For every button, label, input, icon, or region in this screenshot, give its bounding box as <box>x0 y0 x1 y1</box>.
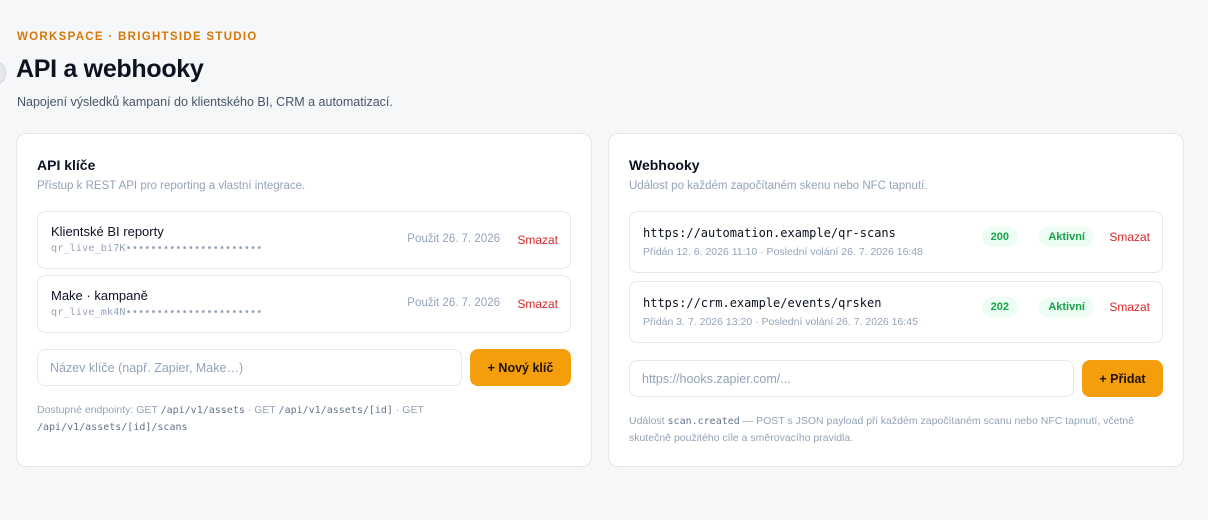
endpoints-note: Dostupné endpointy: GET /api/v1/assets ·… <box>37 402 537 436</box>
webhook-url-input[interactable] <box>629 360 1074 397</box>
endpoint-separator: · <box>395 404 400 416</box>
api-key-row: Klientské BI reporty qr_live_bi7K•••••••… <box>37 211 571 269</box>
api-key-name: Klientské BI reporty <box>51 224 164 239</box>
edge-handle <box>0 62 6 84</box>
endpoints-label: Dostupné endpointy: <box>37 404 134 416</box>
webhook-event-note: Událost scan.created — POST s JSON paylo… <box>629 413 1149 447</box>
webhook-url: https://automation.example/qr-scans <box>643 226 896 240</box>
api-keys-description: Přístup k REST API pro reporting a vlast… <box>37 180 306 192</box>
status-badge: Aktivní <box>1039 297 1094 317</box>
webhooks-card: Webhooky Událost po každém započítaném s… <box>608 133 1184 467</box>
event-name: scan.created <box>667 416 740 427</box>
endpoint-path: /api/v1/assets/[id]/scans <box>37 422 188 433</box>
webhook-row: https://automation.example/qr-scans Přid… <box>629 211 1163 273</box>
endpoint-method: GET <box>402 404 424 416</box>
endpoint-method: GET <box>254 404 276 416</box>
workspace-eyebrow: WORKSPACE · BRIGHTSIDE STUDIO <box>17 31 258 43</box>
webhook-url: https://crm.example/events/qrsken <box>643 296 882 310</box>
status-badge: Aktivní <box>1039 227 1094 247</box>
api-keys-card: API klíče Přístup k REST API pro reporti… <box>16 133 592 467</box>
api-key-row: Make · kampaně qr_live_mk4N•••••••••••••… <box>37 275 571 333</box>
api-key-last-used: Použit 26. 7. 2026 <box>407 233 500 245</box>
api-key-masked: qr_live_mk4N•••••••••••••••••••••• <box>51 307 263 318</box>
new-api-key-button[interactable]: + Nový klíč <box>470 349 571 386</box>
response-code-badge: 200 <box>981 227 1018 247</box>
endpoint-path: /api/v1/assets <box>160 405 245 416</box>
delete-webhook-button[interactable]: Smazat <box>1109 230 1150 244</box>
endpoint-separator: · <box>247 404 252 416</box>
api-key-last-used: Použit 26. 7. 2026 <box>407 297 500 309</box>
page-title: API a webhooky <box>16 55 204 83</box>
webhooks-description: Událost po každém započítaném skenu nebo… <box>629 180 928 192</box>
api-keys-title: API klíče <box>37 157 96 173</box>
response-code-badge: 202 <box>981 297 1018 317</box>
delete-api-key-button[interactable]: Smazat <box>517 297 558 311</box>
webhooks-title: Webhooky <box>629 157 700 173</box>
api-key-masked: qr_live_bi7K•••••••••••••••••••••• <box>51 243 263 254</box>
webhook-row: https://crm.example/events/qrsken Přidán… <box>629 281 1163 343</box>
page-subtitle: Napojení výsledků kampaní do klientského… <box>17 95 393 109</box>
event-note-prefix: Událost <box>629 415 665 427</box>
endpoint-method: GET <box>136 404 158 416</box>
webhook-meta: Přidán 12. 6. 2026 11:10 · Poslední volá… <box>643 246 924 258</box>
add-webhook-button[interactable]: + Přidat <box>1082 360 1163 397</box>
delete-api-key-button[interactable]: Smazat <box>517 233 558 247</box>
api-key-name-input[interactable] <box>37 349 462 386</box>
api-key-name: Make · kampaně <box>51 288 148 303</box>
endpoint-path: /api/v1/assets/[id] <box>278 405 393 416</box>
webhook-meta: Přidán 3. 7. 2026 13:20 · Poslední volán… <box>643 316 918 328</box>
delete-webhook-button[interactable]: Smazat <box>1109 300 1150 314</box>
